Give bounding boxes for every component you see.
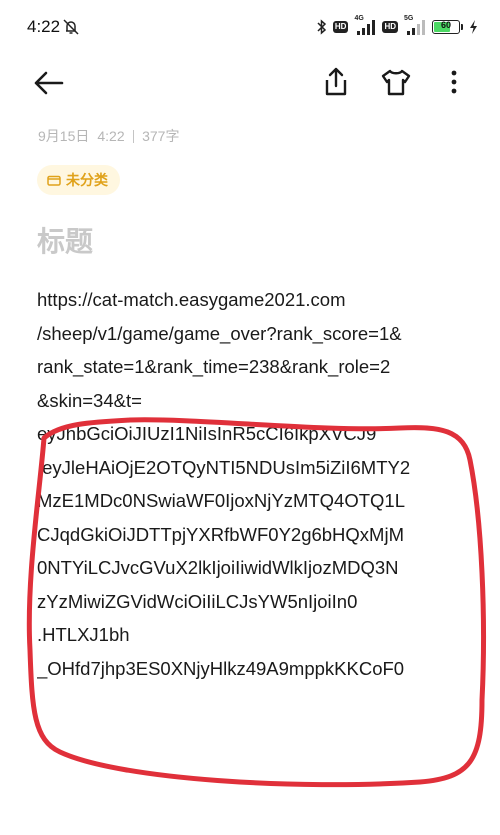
battery-level: 60 [440, 20, 451, 30]
note-line: https://cat-match.easygame2021.com [37, 289, 346, 310]
note-line: &skin=34&t= [37, 389, 142, 411]
mute-icon [63, 19, 79, 35]
note-line: zYzMiwiZGVidWciOiIiLCJsYW5nIjoiIn0 [37, 590, 358, 612]
share-icon[interactable] [320, 66, 352, 98]
folder-icon [47, 175, 61, 186]
note-line: eyJhbGciOiJIUzI1NiIsInR5cCI6IkpXVCJ9 [37, 423, 377, 444]
shirt-icon[interactable] [379, 66, 413, 98]
hd-icon: HD [332, 21, 349, 33]
status-bar: 4:22 HD 4G HD 5G 60 [0, 0, 500, 52]
hd-icon: HD [382, 21, 398, 33]
charging-icon [470, 20, 477, 34]
note-line: .eyJleHAiOjE2OTQyNTI5NDUsIm5iZiI6MTY2 [37, 456, 411, 478]
note-toolbar [0, 58, 500, 108]
bluetooth-icon [317, 19, 326, 35]
note-line: 0NTYiLCJvcGVuX2lkIjoiIiwidWlkIjozMDQ3N [37, 557, 399, 578]
signal-icon: 4G [354, 15, 376, 36]
note-body[interactable]: https://cat-match.easygame2021.com /shee… [37, 283, 477, 685]
meta-divider [132, 129, 135, 143]
note-date: 9月15日 [38, 128, 90, 144]
category-label: 未分类 [66, 172, 108, 188]
battery-icon: 60 [432, 20, 460, 34]
note-line: MzE1MDc0NSwiaWF0IjoxNjYzMTQ4OTQ1L [37, 490, 406, 511]
note-title-input[interactable]: 标题 [37, 220, 93, 260]
note-line: /sheep/v1/game/game_over?rank_score=1& [37, 322, 402, 344]
status-time: 4:22 [27, 17, 61, 36]
note-line: .HTLXJ1bh [37, 624, 130, 645]
note-meta: 9月15日 4:22 377字 [38, 126, 179, 146]
more-icon[interactable] [444, 66, 464, 98]
back-arrow-icon[interactable] [32, 68, 66, 98]
note-line: rank_state=1&rank_time=238&rank_role=2 [37, 356, 391, 377]
note-line: _OHfd7jhp3ES0XNjyHlkz49A9mppkKKCoF0 [37, 657, 405, 679]
signal-icon: 5G [404, 15, 426, 36]
note-line: CJqdGkiOiJDTTpjYXRfbWF0Y2g6bHQxMjM [37, 523, 404, 545]
note-word-count: 377字 [142, 128, 180, 144]
note-time: 4:22 [97, 128, 125, 144]
category-chip[interactable]: 未分类 [37, 165, 120, 195]
